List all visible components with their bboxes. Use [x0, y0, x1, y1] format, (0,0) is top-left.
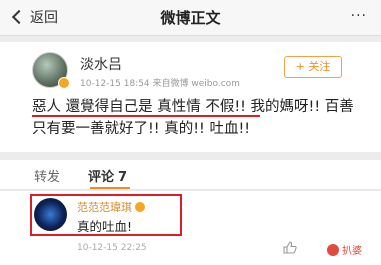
weibo-post: 淡水吕 10-12-15 18:54 来自微博 weibo.com + 关注 惡…	[0, 42, 381, 152]
avatar[interactable]	[32, 52, 70, 89]
active-tab-indicator	[90, 187, 130, 189]
comment-text: 真的吐血!	[77, 219, 133, 234]
section-divider	[0, 152, 381, 160]
tab-comment-label: 评论	[88, 170, 115, 185]
verified-badge-icon	[135, 202, 145, 212]
post-meta: 10-12-15 18:54 来自微博 weibo.com	[80, 79, 240, 89]
tab-repost[interactable]: 转发	[34, 166, 60, 185]
verified-badge-icon	[58, 77, 70, 89]
comment-avatar[interactable]	[34, 198, 67, 231]
nav-bar: 返回 微博正文 ···	[0, 0, 381, 36]
watermark-logo-icon	[327, 243, 339, 256]
more-icon[interactable]: ···	[351, 8, 367, 24]
like-icon[interactable]	[283, 241, 297, 254]
comment-time: 10-12-15 22:25	[77, 243, 147, 253]
watermark-text: 扒婆	[342, 246, 362, 257]
post-text: 惡人 還覺得自己是 真性情 不假!! 我的媽呀!! 百善 只有要一善就好了!! …	[32, 99, 354, 137]
follow-button[interactable]: + 关注	[284, 56, 342, 78]
tab-comment-count: 7	[118, 170, 128, 185]
red-underline-annotation	[32, 115, 260, 117]
tab-repost-label: 转发	[34, 170, 61, 185]
comment-username-text: 范范范瑋琪	[77, 201, 132, 214]
tab-comment[interactable]: 评论 7	[88, 166, 127, 185]
watermark: 扒婆	[327, 242, 362, 257]
comment-username[interactable]: 范范范瑋琪	[77, 199, 145, 215]
tab-bar: 转发 评论 7	[0, 160, 381, 190]
post-username[interactable]: 淡水吕	[80, 54, 122, 74]
page-title: 微博正文	[160, 9, 221, 27]
comment-item: 范范范瑋琪 真的吐血! 10-12-15 22:25 扒婆	[0, 191, 381, 265]
